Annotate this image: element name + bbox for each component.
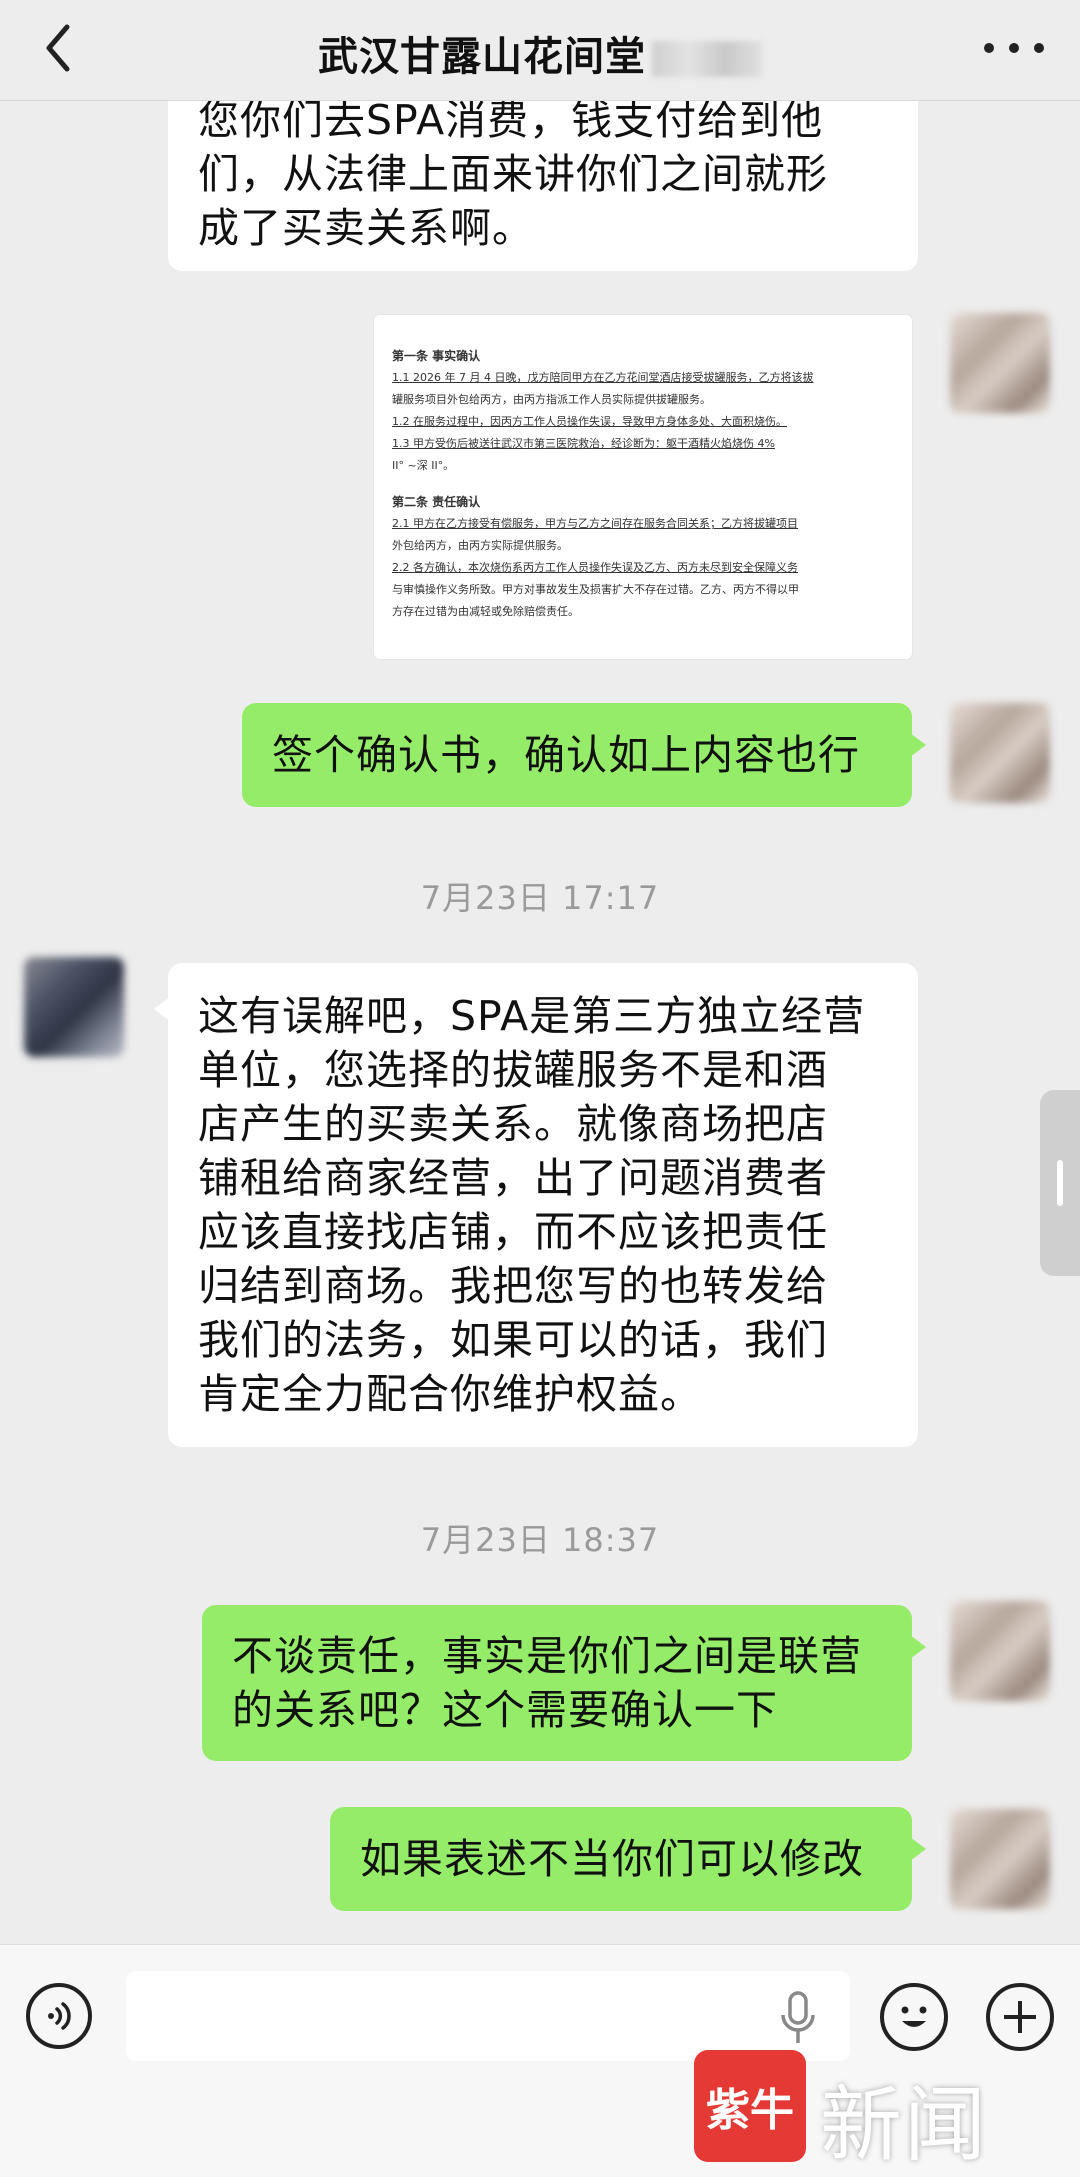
message-line: 您你们去SPA消费，钱支付给到他 <box>198 101 824 144</box>
doc-section-title: 第二条 责任确认 <box>392 495 481 509</box>
emoji-icon <box>901 2006 927 2027</box>
my-avatar[interactable] <box>950 1809 1050 1909</box>
message-line: 铺租给商家经营，出了问题消费者 <box>198 1154 828 1202</box>
message-line: 这有误解吧，SPA是第三方独立经营 <box>198 992 866 1040</box>
doc-line: 2.1 甲方在乙方接受有偿服务，甲方与乙方之间存在服务合同关系；乙方将拔罐项目 <box>392 517 798 530</box>
my-avatar[interactable] <box>950 1601 1050 1701</box>
voice-button[interactable] <box>26 1983 92 2049</box>
message-line: 单位，您选择的拔罐服务不是和酒 <box>198 1046 828 1094</box>
doc-line: 1.3 甲方受伤后被送往武汉市第三医院救治，经诊断为：躯干酒精火焰烧伤 4% <box>392 437 775 450</box>
voice-icon <box>48 2002 71 2030</box>
watermark-text: 新闻 <box>820 2078 989 2173</box>
message-line: 肯定全力配合你维护权益。 <box>198 1370 702 1418</box>
message-received[interactable]: 这有误解吧，SPA是第三方独立经营 单位，您选择的拔罐服务不是和酒 店产生的买卖… <box>154 963 918 1447</box>
more-button[interactable] <box>984 36 1044 60</box>
watermark-logo: 紫牛 <box>694 2050 806 2162</box>
message-sent[interactable]: 如果表述不当你们可以修改 <box>330 1807 926 1911</box>
message-line: 归结到商场。我把您写的也转发给 <box>198 1262 828 1310</box>
message-sent[interactable]: 签个确认书，确认如上内容也行 <box>242 703 926 807</box>
more-dot <box>1009 43 1019 53</box>
doc-line: 罐服务项目外包给丙方，由丙方指派工作人员实际提供拔罐服务。 <box>392 393 711 406</box>
doc-gap <box>392 477 894 491</box>
contact-avatar[interactable] <box>24 957 124 1057</box>
message-line: 成了买卖关系啊。 <box>198 204 534 252</box>
emoji-button[interactable] <box>880 1983 948 2051</box>
message-line: 不谈责任，事实是你们之间是联营 <box>232 1632 862 1680</box>
doc-line: 2.2 各方确认，本次烧伤系丙方工作人员操作失误及乙方、丙方未尽到安全保障义务 <box>392 561 798 574</box>
message-text: 如果表述不当你们可以修改 <box>360 1835 864 1883</box>
doc-line <box>392 323 894 345</box>
more-dot <box>1034 43 1044 53</box>
title-blurred-part <box>652 41 762 77</box>
chat-title: 武汉甘露山花间堂 <box>0 24 1080 82</box>
timestamp: 7月23日 17:17 <box>420 879 660 917</box>
plus-button[interactable] <box>986 1983 1054 2051</box>
message-sent[interactable]: 不谈责任，事实是你们之间是联营 的关系吧？这个需要确认一下 <box>202 1605 926 1761</box>
mic-icon[interactable] <box>778 1991 818 2047</box>
timestamp: 7月23日 18:37 <box>420 1521 660 1559</box>
doc-line: 1.2 在服务过程中，因丙方工作人员操作失误，导致甲方身体多处、大面积烧伤。 <box>392 415 787 428</box>
chat-title-text: 武汉甘露山花间堂 <box>318 34 646 80</box>
message-line: 我们的法务，如果可以的话，我们 <box>198 1316 828 1364</box>
message-input[interactable] <box>126 1971 850 2061</box>
message-text: 签个确认书，确认如上内容也行 <box>272 731 860 779</box>
more-dots-icon <box>984 43 994 53</box>
message-line: 应该直接找店铺，而不应该把责任 <box>198 1208 828 1256</box>
message-line: 的关系吧？这个需要确认一下 <box>232 1686 778 1734</box>
message-received[interactable]: 您你们去SPA消费，钱支付给到他 们，从法律上面来讲你们之间就形 成了买卖关系啊… <box>168 101 918 271</box>
chat-header: 武汉甘露山花间堂 <box>0 0 1080 101</box>
message-line: 们，从法律上面来讲你们之间就形 <box>198 150 828 198</box>
doc-section-title: 第一条 事实确认 <box>392 349 481 363</box>
doc-line: 方存在过错为由减轻或免除赔偿责任。 <box>392 605 579 618</box>
doc-line: 1.1 2026 年 7 月 4 日晚，戊方陪同甲方在乙方花间堂酒店接受拔罐服务… <box>392 371 814 384</box>
doc-line: II° ~深 II°。 <box>392 459 455 472</box>
my-avatar[interactable] <box>950 313 1050 413</box>
my-avatar[interactable] <box>950 703 1050 803</box>
chat-messages[interactable]: 您你们去SPA消费，钱支付给到他 们，从法律上面来讲你们之间就形 成了买卖关系啊… <box>0 101 1080 1943</box>
document-image-message[interactable]: 第一条 事实确认 1.1 2026 年 7 月 4 日晚，戊方陪同甲方在乙方花间… <box>374 315 912 659</box>
message-line: 店产生的买卖关系。就像商场把店 <box>198 1100 828 1148</box>
watermark-logo-text: 紫牛 <box>706 2085 794 2136</box>
doc-line: 与审慎操作义务所致。甲方对事故发生及损害扩大不存在过错。乙方、丙方不得以甲 <box>392 583 799 596</box>
doc-line: 外包给丙方，由丙方实际提供服务。 <box>392 539 568 552</box>
floating-side-handle[interactable] <box>1040 1090 1080 1276</box>
plus-icon <box>1004 2001 1036 2033</box>
